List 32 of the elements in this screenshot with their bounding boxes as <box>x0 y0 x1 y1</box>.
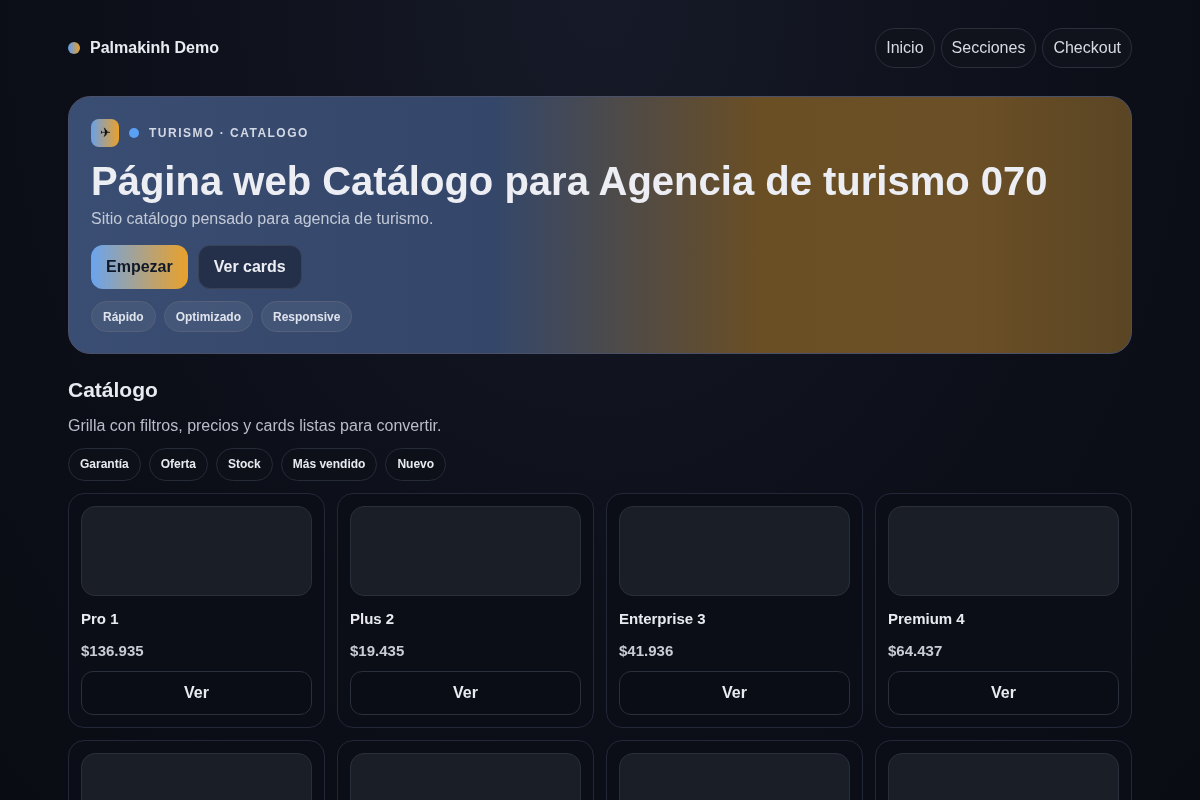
start-button[interactable]: Empezar <box>91 245 188 289</box>
feature-tag: Responsive <box>261 301 353 332</box>
filter-chip[interactable]: Más vendido <box>280 447 378 481</box>
view-button[interactable]: Ver <box>619 670 850 715</box>
product-price: $41.936 <box>619 641 675 661</box>
view-button[interactable]: Ver <box>81 670 312 715</box>
nav-link[interactable]: Checkout <box>1042 28 1132 68</box>
hero-subtitle: Sitio catálogo pensado para agencia de turismo. <box>91 209 435 229</box>
nav-link[interactable]: Secciones <box>940 28 1037 68</box>
product-name: Pro 1 <box>81 608 120 629</box>
nav-link[interactable]: Inicio <box>875 28 935 68</box>
product-price: $64.437 <box>888 641 944 661</box>
cards-button[interactable]: Ver cards <box>197 245 302 289</box>
product-price: $136.935 <box>81 641 145 661</box>
section-title: Catálogo <box>68 377 159 403</box>
filter-chip[interactable]: Nuevo <box>385 447 447 481</box>
plane-icon: ✈ <box>91 119 119 147</box>
feature-tag: Optimizado <box>163 301 253 332</box>
filter-chip[interactable]: Stock <box>216 447 273 481</box>
filter-chip[interactable]: Oferta <box>148 447 209 481</box>
product-name: Plus 2 <box>350 608 396 629</box>
eyebrow-label: TURISMO · CATALOGO <box>149 125 309 142</box>
product-price: $19.435 <box>350 641 406 661</box>
view-button[interactable]: Ver <box>888 670 1119 715</box>
hero-title: Página web Catálogo para Agencia de turismo 070 <box>91 158 1049 205</box>
feature-tag: Rápido <box>91 301 156 332</box>
product-name: Enterprise 3 <box>619 608 707 629</box>
section-subtitle: Grilla con filtros, precios y cards listas para convertir. <box>68 415 443 436</box>
filter-chip[interactable]: Garantía <box>68 447 141 481</box>
product-name: Premium 4 <box>888 608 966 629</box>
brand-name: Palmakinh Demo <box>90 38 219 58</box>
view-button[interactable]: Ver <box>350 670 581 715</box>
